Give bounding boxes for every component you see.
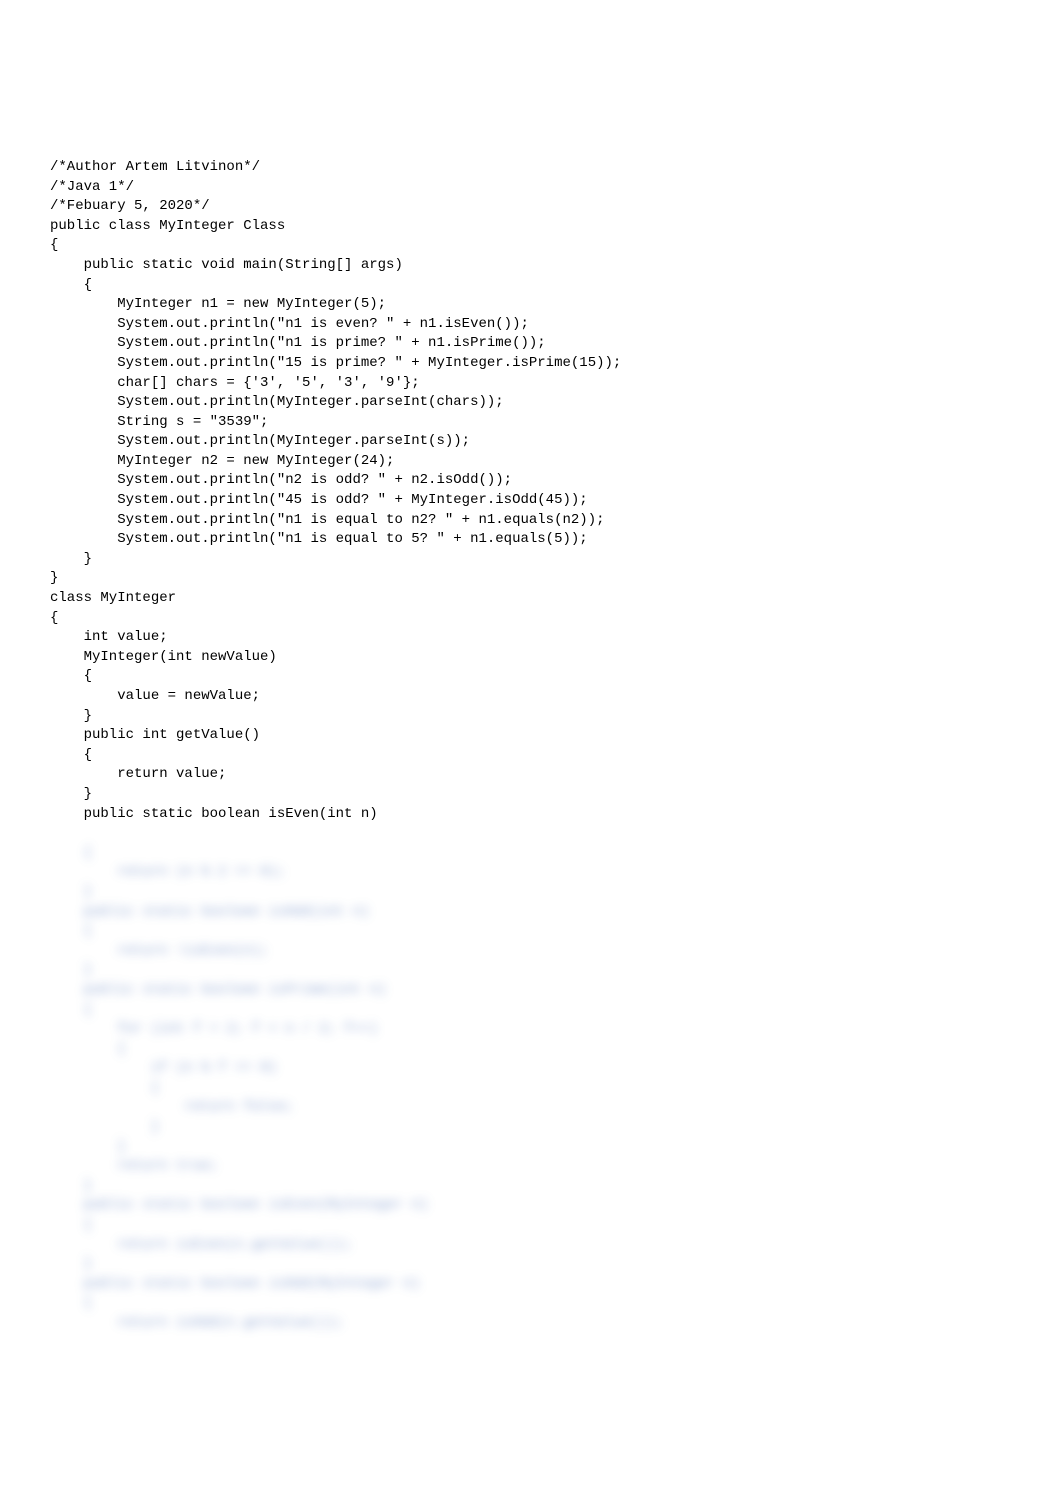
code-line: MyInteger n2 = new MyInteger(24);: [50, 453, 394, 469]
code-line: for (int f = 2; f < n / 2; f++): [50, 1021, 378, 1037]
code-line: System.out.println("n2 is odd? " + n2.is…: [50, 472, 512, 488]
code-line: return isOdd(n.getValue());: [50, 1315, 344, 1331]
code-line: {: [50, 923, 92, 939]
code-line: {: [50, 747, 92, 763]
code-line: {: [50, 668, 92, 684]
code-line: }: [50, 1256, 92, 1272]
code-line: }: [50, 570, 58, 586]
code-line: class MyInteger: [50, 590, 176, 606]
code-line: {: [50, 1080, 159, 1096]
code-line: /*Author Artem Litvinon*/: [50, 159, 260, 175]
code-line: value = newValue;: [50, 688, 260, 704]
code-line: System.out.println("n1 is prime? " + n1.…: [50, 335, 546, 351]
code-line: public class MyInteger Class: [50, 218, 285, 234]
code-line: System.out.println("45 is odd? " + MyInt…: [50, 492, 588, 508]
code-line: String s = "3539";: [50, 414, 268, 430]
code-line: System.out.println("n1 is even? " + n1.i…: [50, 316, 529, 332]
code-line: return true;: [50, 1158, 218, 1174]
code-line: {: [50, 1295, 92, 1311]
code-document: /*Author Artem Litvinon*/ /*Java 1*/ /*F…: [50, 138, 1012, 1353]
code-line: public static boolean isEven(MyInteger n…: [50, 1197, 428, 1213]
code-line: public static boolean isOdd(int n): [50, 904, 369, 920]
code-line: {: [50, 237, 58, 253]
code-line: }: [50, 884, 92, 900]
code-line: return value;: [50, 766, 226, 782]
code-line: public static boolean isEven(int n): [50, 806, 378, 822]
code-line: }: [50, 962, 92, 978]
code-line: {: [50, 1002, 92, 1018]
code-line: int value;: [50, 629, 168, 645]
code-line: System.out.println(MyInteger.parseInt(s)…: [50, 433, 470, 449]
code-line: }: [50, 1139, 126, 1155]
code-line: MyInteger n1 = new MyInteger(5);: [50, 296, 386, 312]
code-line: char[] chars = {'3', '5', '3', '9'};: [50, 375, 420, 391]
code-line: {: [50, 1217, 92, 1233]
code-line: /*Febuary 5, 2020*/: [50, 198, 210, 214]
code-line: {: [50, 1041, 126, 1057]
code-line: /*Java 1*/: [50, 179, 134, 195]
code-line: System.out.println("15 is prime? " + MyI…: [50, 355, 621, 371]
code-line: {: [50, 845, 92, 861]
visible-code-section: /*Author Artem Litvinon*/ /*Java 1*/ /*F…: [50, 158, 1012, 824]
code-line: MyInteger(int newValue): [50, 649, 277, 665]
code-line: if (n % f == 0): [50, 1060, 277, 1076]
blurred-code-section: { return (n % 2 == 0); } public static b…: [50, 844, 1012, 1334]
code-line: public static boolean isPrime(int n): [50, 982, 386, 998]
code-line: return (n % 2 == 0);: [50, 864, 285, 880]
code-line: System.out.println(MyInteger.parseInt(ch…: [50, 394, 504, 410]
code-line: System.out.println("n1 is equal to n2? "…: [50, 512, 605, 528]
code-line: System.out.println("n1 is equal to 5? " …: [50, 531, 588, 547]
code-line: return false;: [50, 1099, 294, 1115]
code-line: }: [50, 551, 92, 567]
code-line: {: [50, 610, 58, 626]
code-line: }: [50, 786, 92, 802]
code-line: return !isEven(n);: [50, 943, 268, 959]
code-line: }: [50, 708, 92, 724]
code-line: }: [50, 1119, 159, 1135]
code-line: public static void main(String[] args): [50, 257, 403, 273]
code-line: public int getValue(): [50, 727, 260, 743]
code-line: public static boolean isOdd(MyInteger n): [50, 1276, 420, 1292]
code-line: }: [50, 1178, 92, 1194]
code-line: return isEven(n.getValue());: [50, 1237, 352, 1253]
code-line: {: [50, 277, 92, 293]
